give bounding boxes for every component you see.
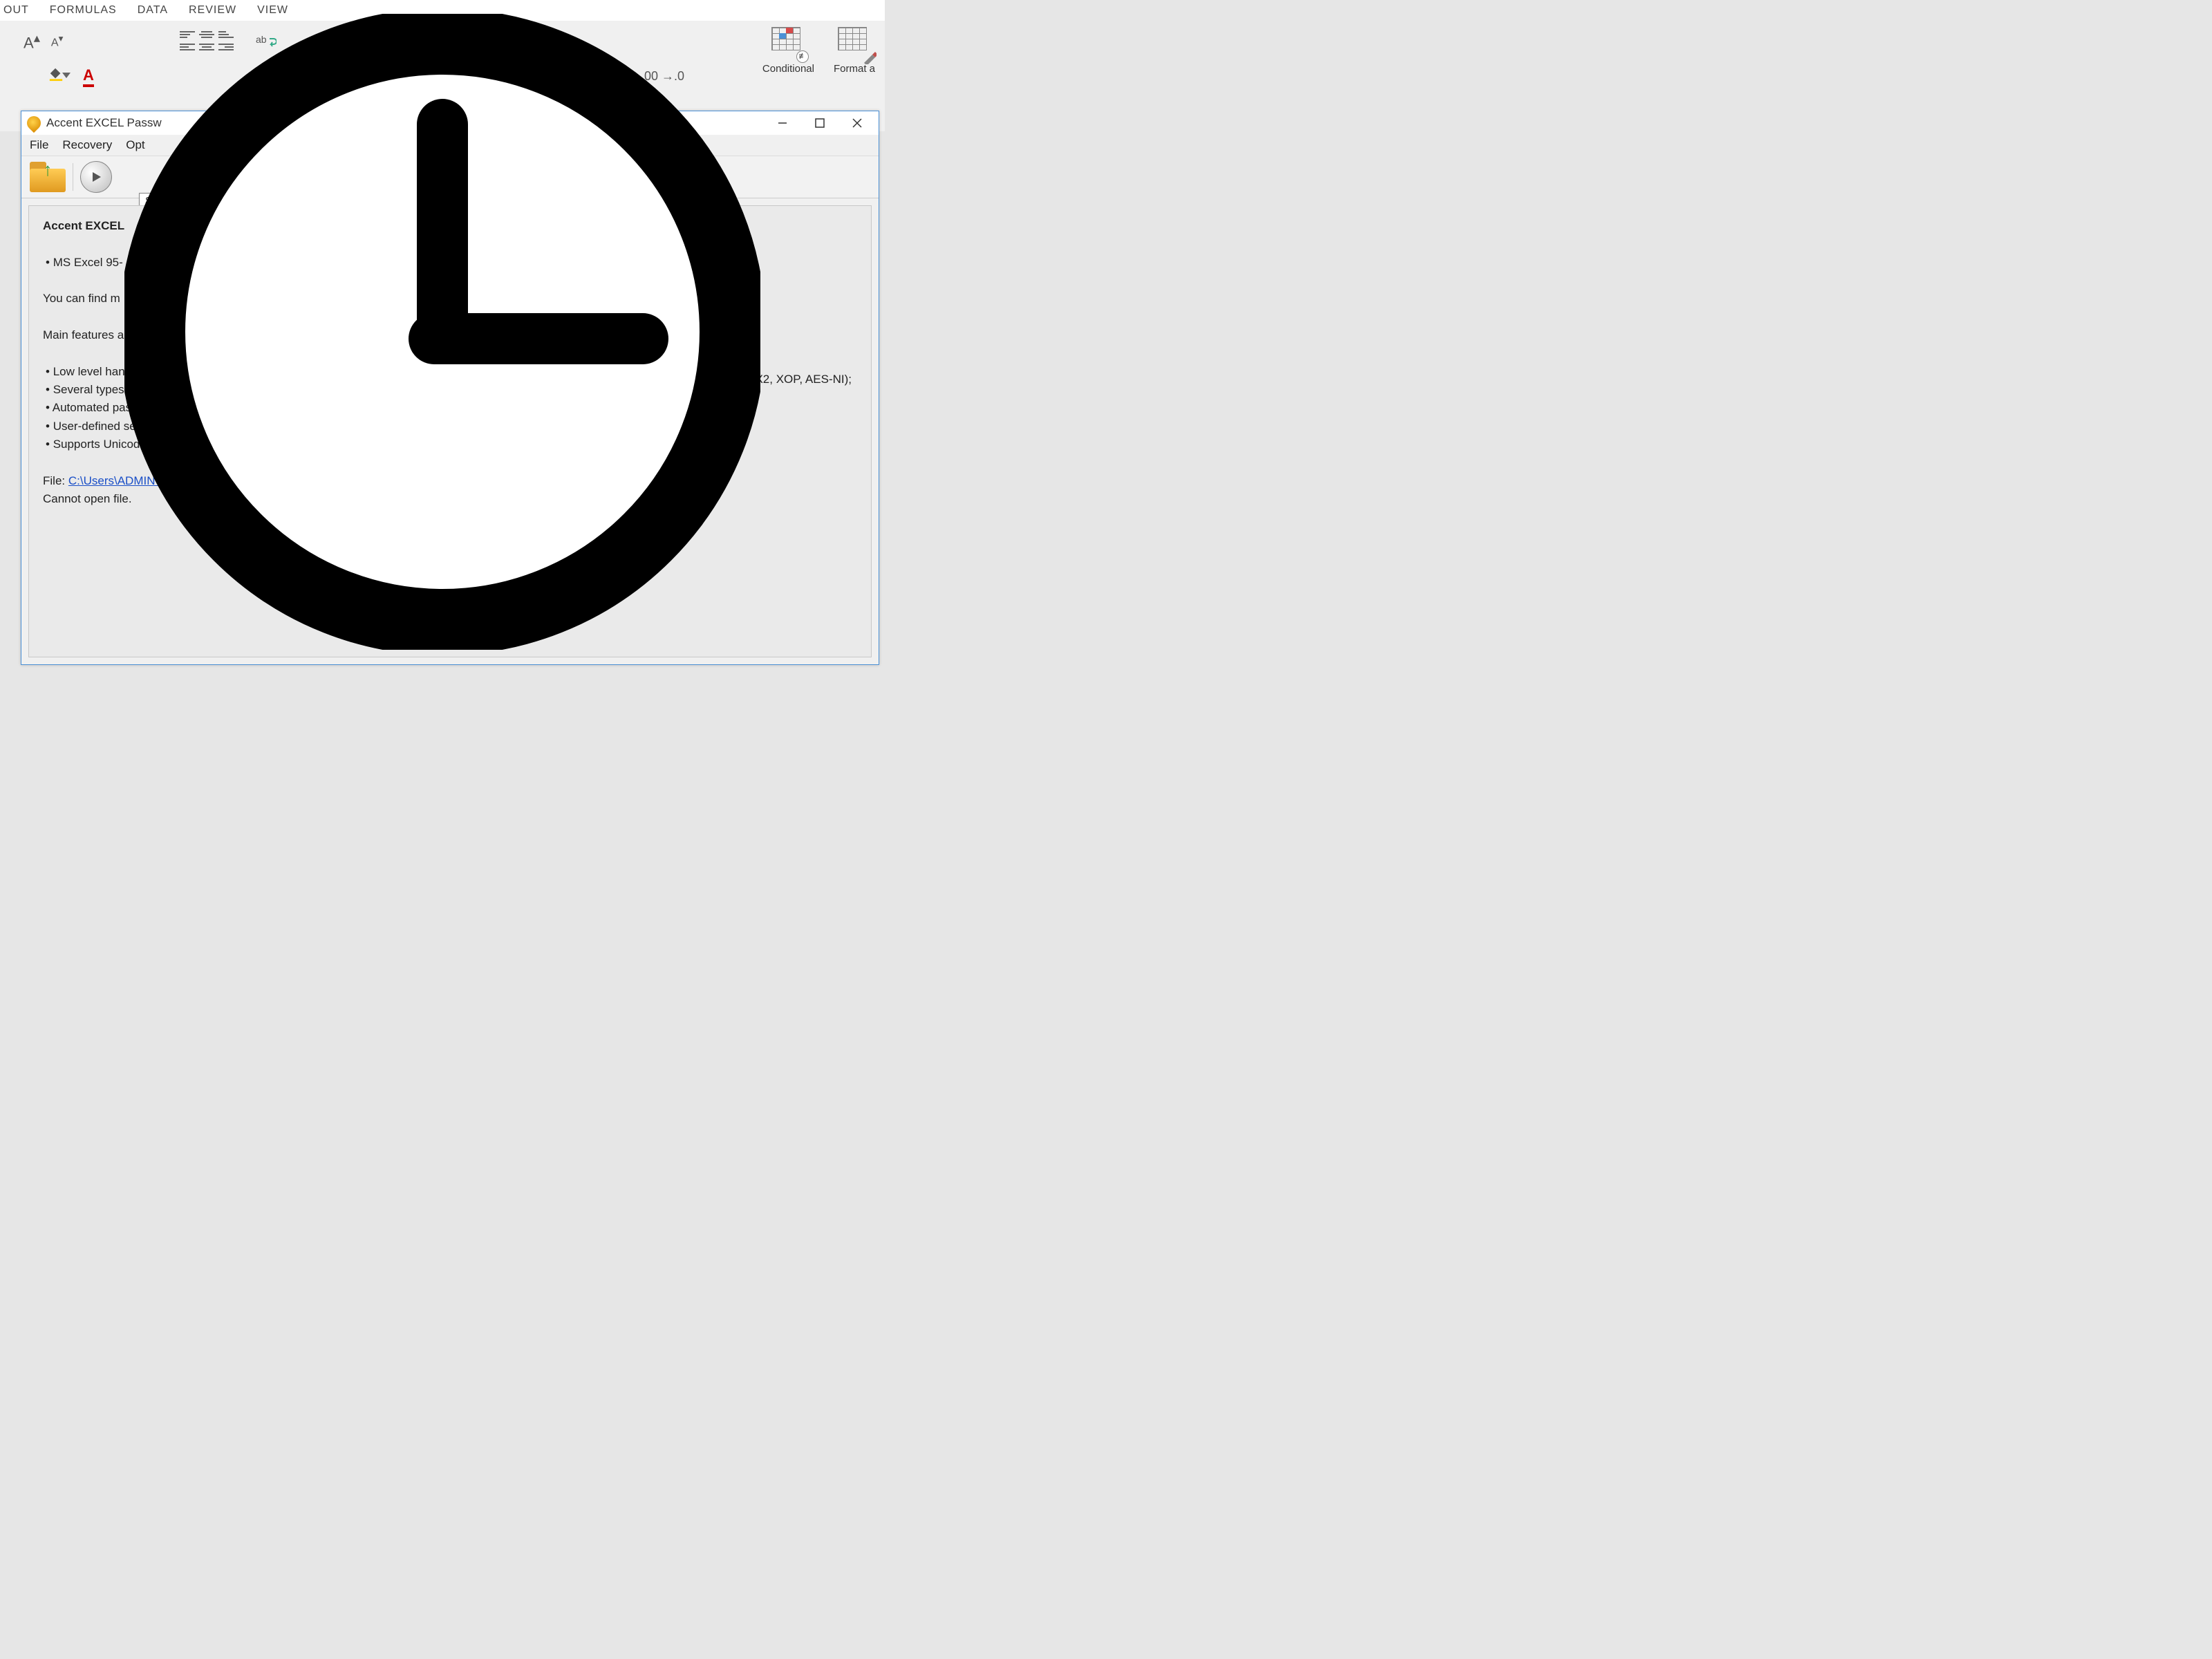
tab-out[interactable]: OUT: [3, 4, 29, 17]
content-line-2: Main features a: [43, 328, 124, 341]
cpu-feature-fragment: X2, XOP, AES-NI);: [755, 371, 852, 388]
format-as-table-button[interactable]: Format a: [831, 24, 878, 77]
conditional-formatting-button[interactable]: ≢ Conditional: [760, 24, 817, 77]
decrease-font-icon[interactable]: A▾: [48, 32, 66, 50]
open-file-button[interactable]: ↑: [30, 162, 66, 192]
close-button[interactable]: [841, 113, 873, 133]
menu-recovery[interactable]: Recovery: [62, 138, 112, 152]
content-bullet-1: • MS Excel 95-: [43, 256, 123, 269]
conditional-label: Conditional: [762, 63, 814, 75]
increase-font-icon[interactable]: A▴: [21, 29, 43, 53]
tab-formulas[interactable]: FORMULAS: [50, 4, 117, 17]
maximize-button[interactable]: [804, 113, 836, 133]
ribbon-right-group: ≢ Conditional Format a: [760, 24, 878, 77]
font-color-icon[interactable]: A: [83, 66, 94, 87]
clock-icon: [124, 14, 760, 650]
feature-1: • Low level hand: [43, 365, 131, 378]
minimize-button[interactable]: [767, 113, 798, 133]
menu-file[interactable]: File: [30, 138, 48, 152]
file-label: File:: [43, 474, 65, 487]
feature-2: • Several types of: [43, 383, 138, 396]
dropdown-arrow-icon[interactable]: [62, 73, 71, 78]
start-button[interactable]: [80, 161, 112, 193]
content-heading: Accent EXCEL: [43, 219, 124, 232]
app-icon: [24, 113, 44, 133]
format-label: Format a: [834, 63, 875, 75]
error-text: Cannot open file.: [43, 492, 132, 505]
content-line-1: You can find m: [43, 292, 120, 305]
font-size-group: A▴ A▾: [21, 29, 66, 53]
fill-color-icon[interactable]: [48, 66, 64, 86]
